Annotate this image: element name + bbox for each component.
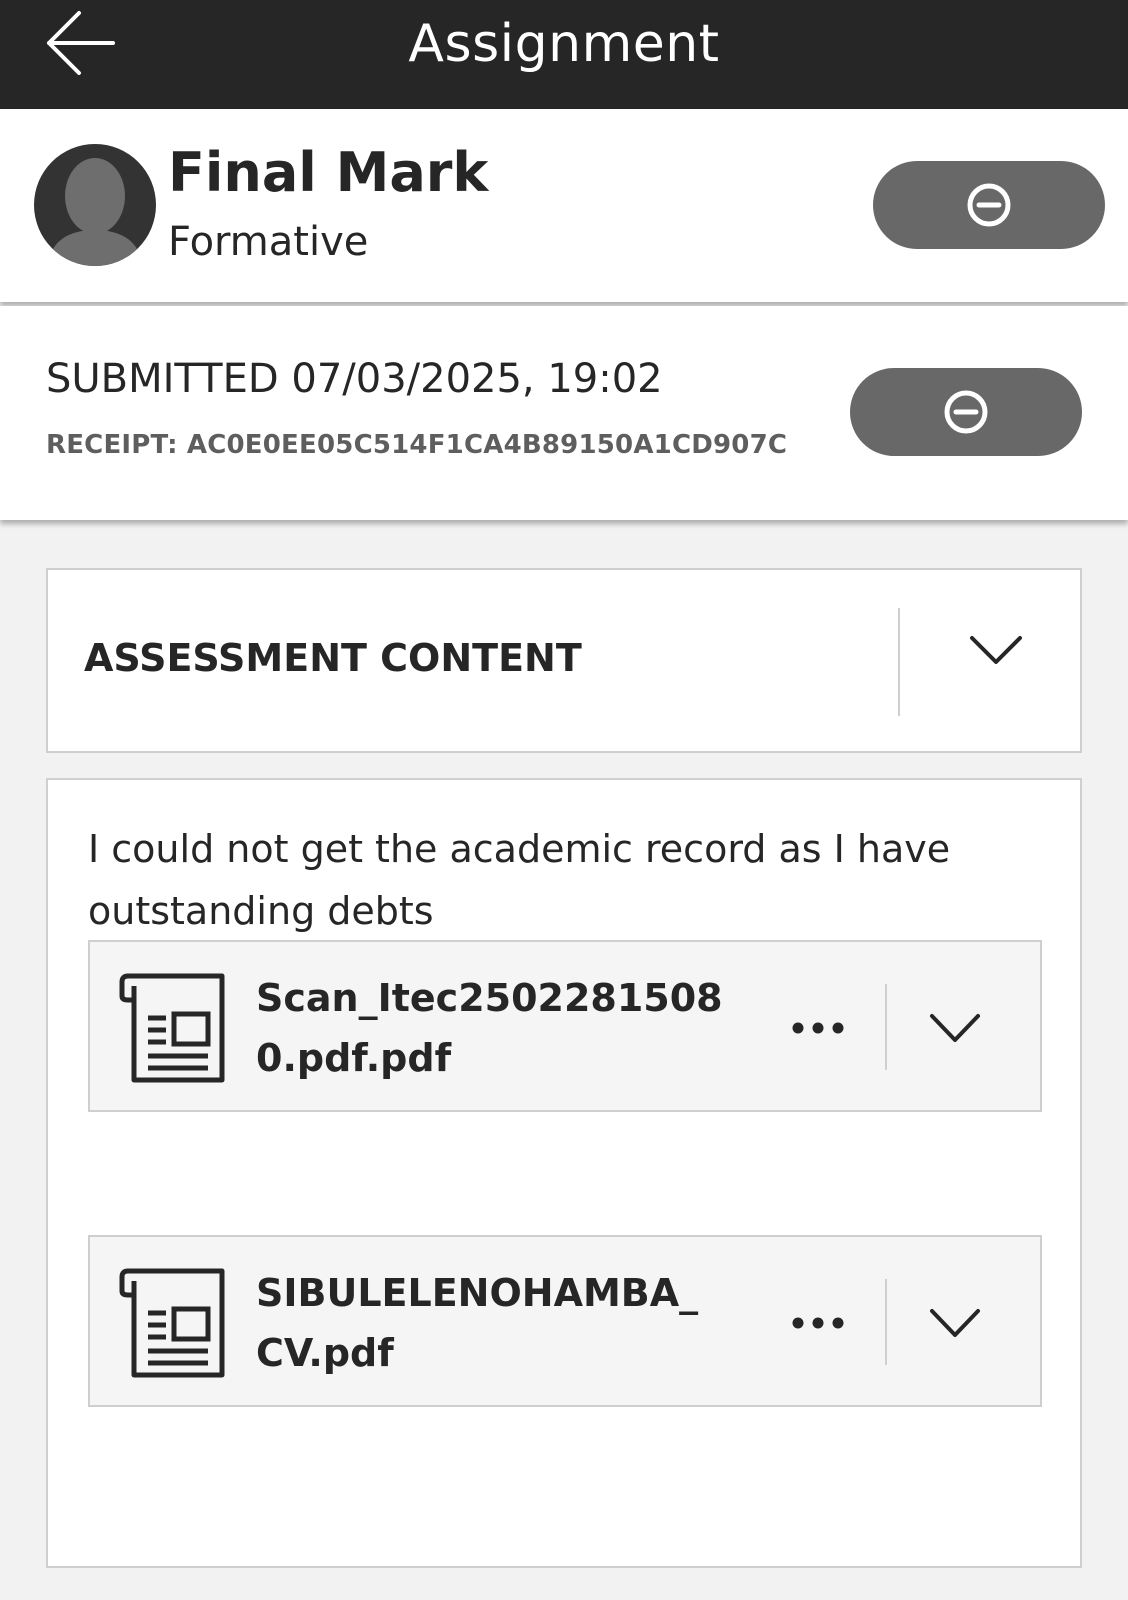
- grade-status-button[interactable]: [873, 161, 1105, 249]
- document-icon: [119, 1268, 225, 1378]
- attachment-more-button[interactable]: [790, 1008, 846, 1048]
- more-horizontal-icon: [792, 1317, 844, 1329]
- chevron-down-icon[interactable]: [928, 1297, 982, 1347]
- submission-content-panel: I could not get the academic record as I…: [46, 778, 1082, 1568]
- divider: [885, 984, 887, 1070]
- grade-subtitle: Formative: [168, 219, 369, 265]
- avatar: [34, 144, 156, 266]
- submission-comment: I could not get the academic record as I…: [88, 827, 951, 933]
- attachment-row[interactable]: SIBULELENOHAMBA_CV.pdf: [88, 1235, 1042, 1407]
- page-title: Assignment: [408, 14, 720, 74]
- more-horizontal-icon: [792, 1022, 844, 1034]
- divider: [898, 608, 900, 716]
- attachment-row[interactable]: Scan_Itec25022815080.pdf.pdf: [88, 940, 1042, 1112]
- divider: [885, 1279, 887, 1365]
- chevron-down-icon[interactable]: [928, 1002, 982, 1052]
- accordion-title: ASSESSMENT CONTENT: [84, 636, 582, 680]
- receipt-id: RECEIPT: AC0E0EE05C514F1CA4B89150A1CD907…: [46, 430, 788, 460]
- top-app-bar: Assignment: [0, 0, 1128, 109]
- minus-circle-icon: [967, 183, 1011, 227]
- grade-header: Final Mark Formative: [0, 109, 1128, 302]
- document-icon: [119, 973, 225, 1083]
- attachment-file-name[interactable]: Scan_Itec25022815080.pdf.pdf: [256, 968, 726, 1088]
- assessment-content-accordion[interactable]: ASSESSMENT CONTENT: [46, 568, 1082, 753]
- minus-circle-icon: [944, 390, 988, 434]
- attachment-file-name[interactable]: SIBULELENOHAMBA_CV.pdf: [256, 1263, 726, 1383]
- submission-date: SUBMITTED 07/03/2025, 19:02: [46, 356, 663, 402]
- grade-title: Final Mark: [168, 141, 489, 204]
- chevron-down-icon[interactable]: [968, 630, 1024, 670]
- submission-card: SUBMITTED 07/03/2025, 19:02 RECEIPT: AC0…: [0, 306, 1128, 520]
- submission-status-button[interactable]: [850, 368, 1082, 456]
- user-avatar-icon: [48, 158, 142, 266]
- attachment-more-button[interactable]: [790, 1303, 846, 1343]
